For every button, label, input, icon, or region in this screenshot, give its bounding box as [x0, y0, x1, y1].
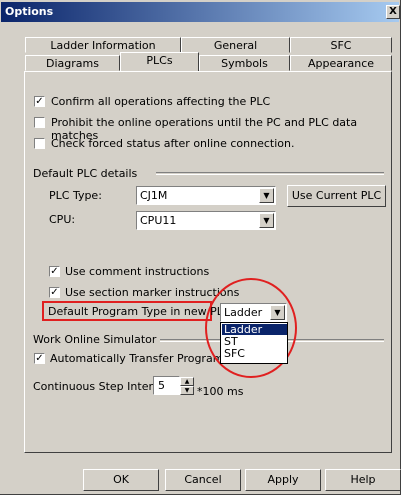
auto-transfer-checkbox[interactable]: ✓	[34, 353, 45, 364]
apply-button[interactable]: Apply	[245, 469, 321, 491]
window-title: Options	[5, 5, 54, 18]
confirm-operations-label: Confirm all operations affecting the PLC	[51, 95, 271, 108]
use-comment-label: Use comment instructions	[65, 265, 210, 278]
tab-plcs[interactable]: PLCs	[120, 52, 199, 71]
tab-appearance[interactable]: Appearance	[290, 55, 392, 71]
help-button[interactable]: Help	[325, 469, 401, 491]
spin-down-button[interactable]: ▼	[180, 386, 194, 395]
title-bar: Options X	[1, 2, 400, 22]
use-comment-checkbox[interactable]: ✓	[49, 266, 60, 277]
prohibit-online-checkbox[interactable]	[34, 117, 45, 128]
default-plc-group-label: Default PLC details	[33, 167, 138, 180]
close-button[interactable]: X	[386, 5, 400, 19]
chevron-down-icon[interactable]: ▼	[259, 213, 274, 228]
spin-up-button[interactable]: ▲	[180, 377, 194, 386]
dropdown-option-ladder[interactable]: Ladder	[222, 324, 287, 335]
check-forced-status-checkbox[interactable]	[34, 138, 45, 149]
tab-sfc[interactable]: SFC	[290, 37, 392, 53]
ok-button[interactable]: OK	[83, 469, 159, 491]
chevron-down-icon[interactable]: ▼	[259, 188, 274, 203]
tab-general[interactable]: General	[181, 37, 290, 53]
plc-type-label: PLC Type:	[49, 189, 102, 202]
confirm-operations-checkbox[interactable]: ✓	[34, 96, 45, 107]
plc-type-select[interactable]: CJ1M ▼	[136, 186, 276, 205]
options-dialog: Options X Ladder Information General SFC…	[0, 0, 401, 495]
tab-diagrams[interactable]: Diagrams	[25, 55, 120, 71]
check-forced-status-label: Check forced status after online connect…	[51, 137, 295, 150]
use-section-marker-checkbox[interactable]: ✓	[49, 287, 60, 298]
step-interval-label: Continuous Step Interval	[33, 380, 170, 393]
step-interval-input[interactable]: 5	[153, 376, 180, 395]
cancel-button[interactable]: Cancel	[165, 469, 241, 491]
close-icon: X	[389, 6, 397, 17]
group-divider	[156, 172, 384, 175]
cpu-label: CPU:	[49, 213, 76, 226]
dropdown-option-st[interactable]: ST	[222, 336, 287, 347]
cpu-select[interactable]: CPU11 ▼	[136, 211, 276, 230]
tab-symbols[interactable]: Symbols	[199, 55, 290, 71]
tab-ladder-information[interactable]: Ladder Information	[25, 37, 181, 53]
program-type-dropdown-list: Ladder ST SFC	[220, 322, 288, 364]
dropdown-option-sfc[interactable]: SFC	[222, 348, 287, 359]
step-interval-unit: *100 ms	[197, 385, 244, 398]
simulator-group-label: Work Online Simulator	[33, 333, 157, 346]
use-current-plc-button[interactable]: Use Current PLC	[287, 185, 386, 207]
